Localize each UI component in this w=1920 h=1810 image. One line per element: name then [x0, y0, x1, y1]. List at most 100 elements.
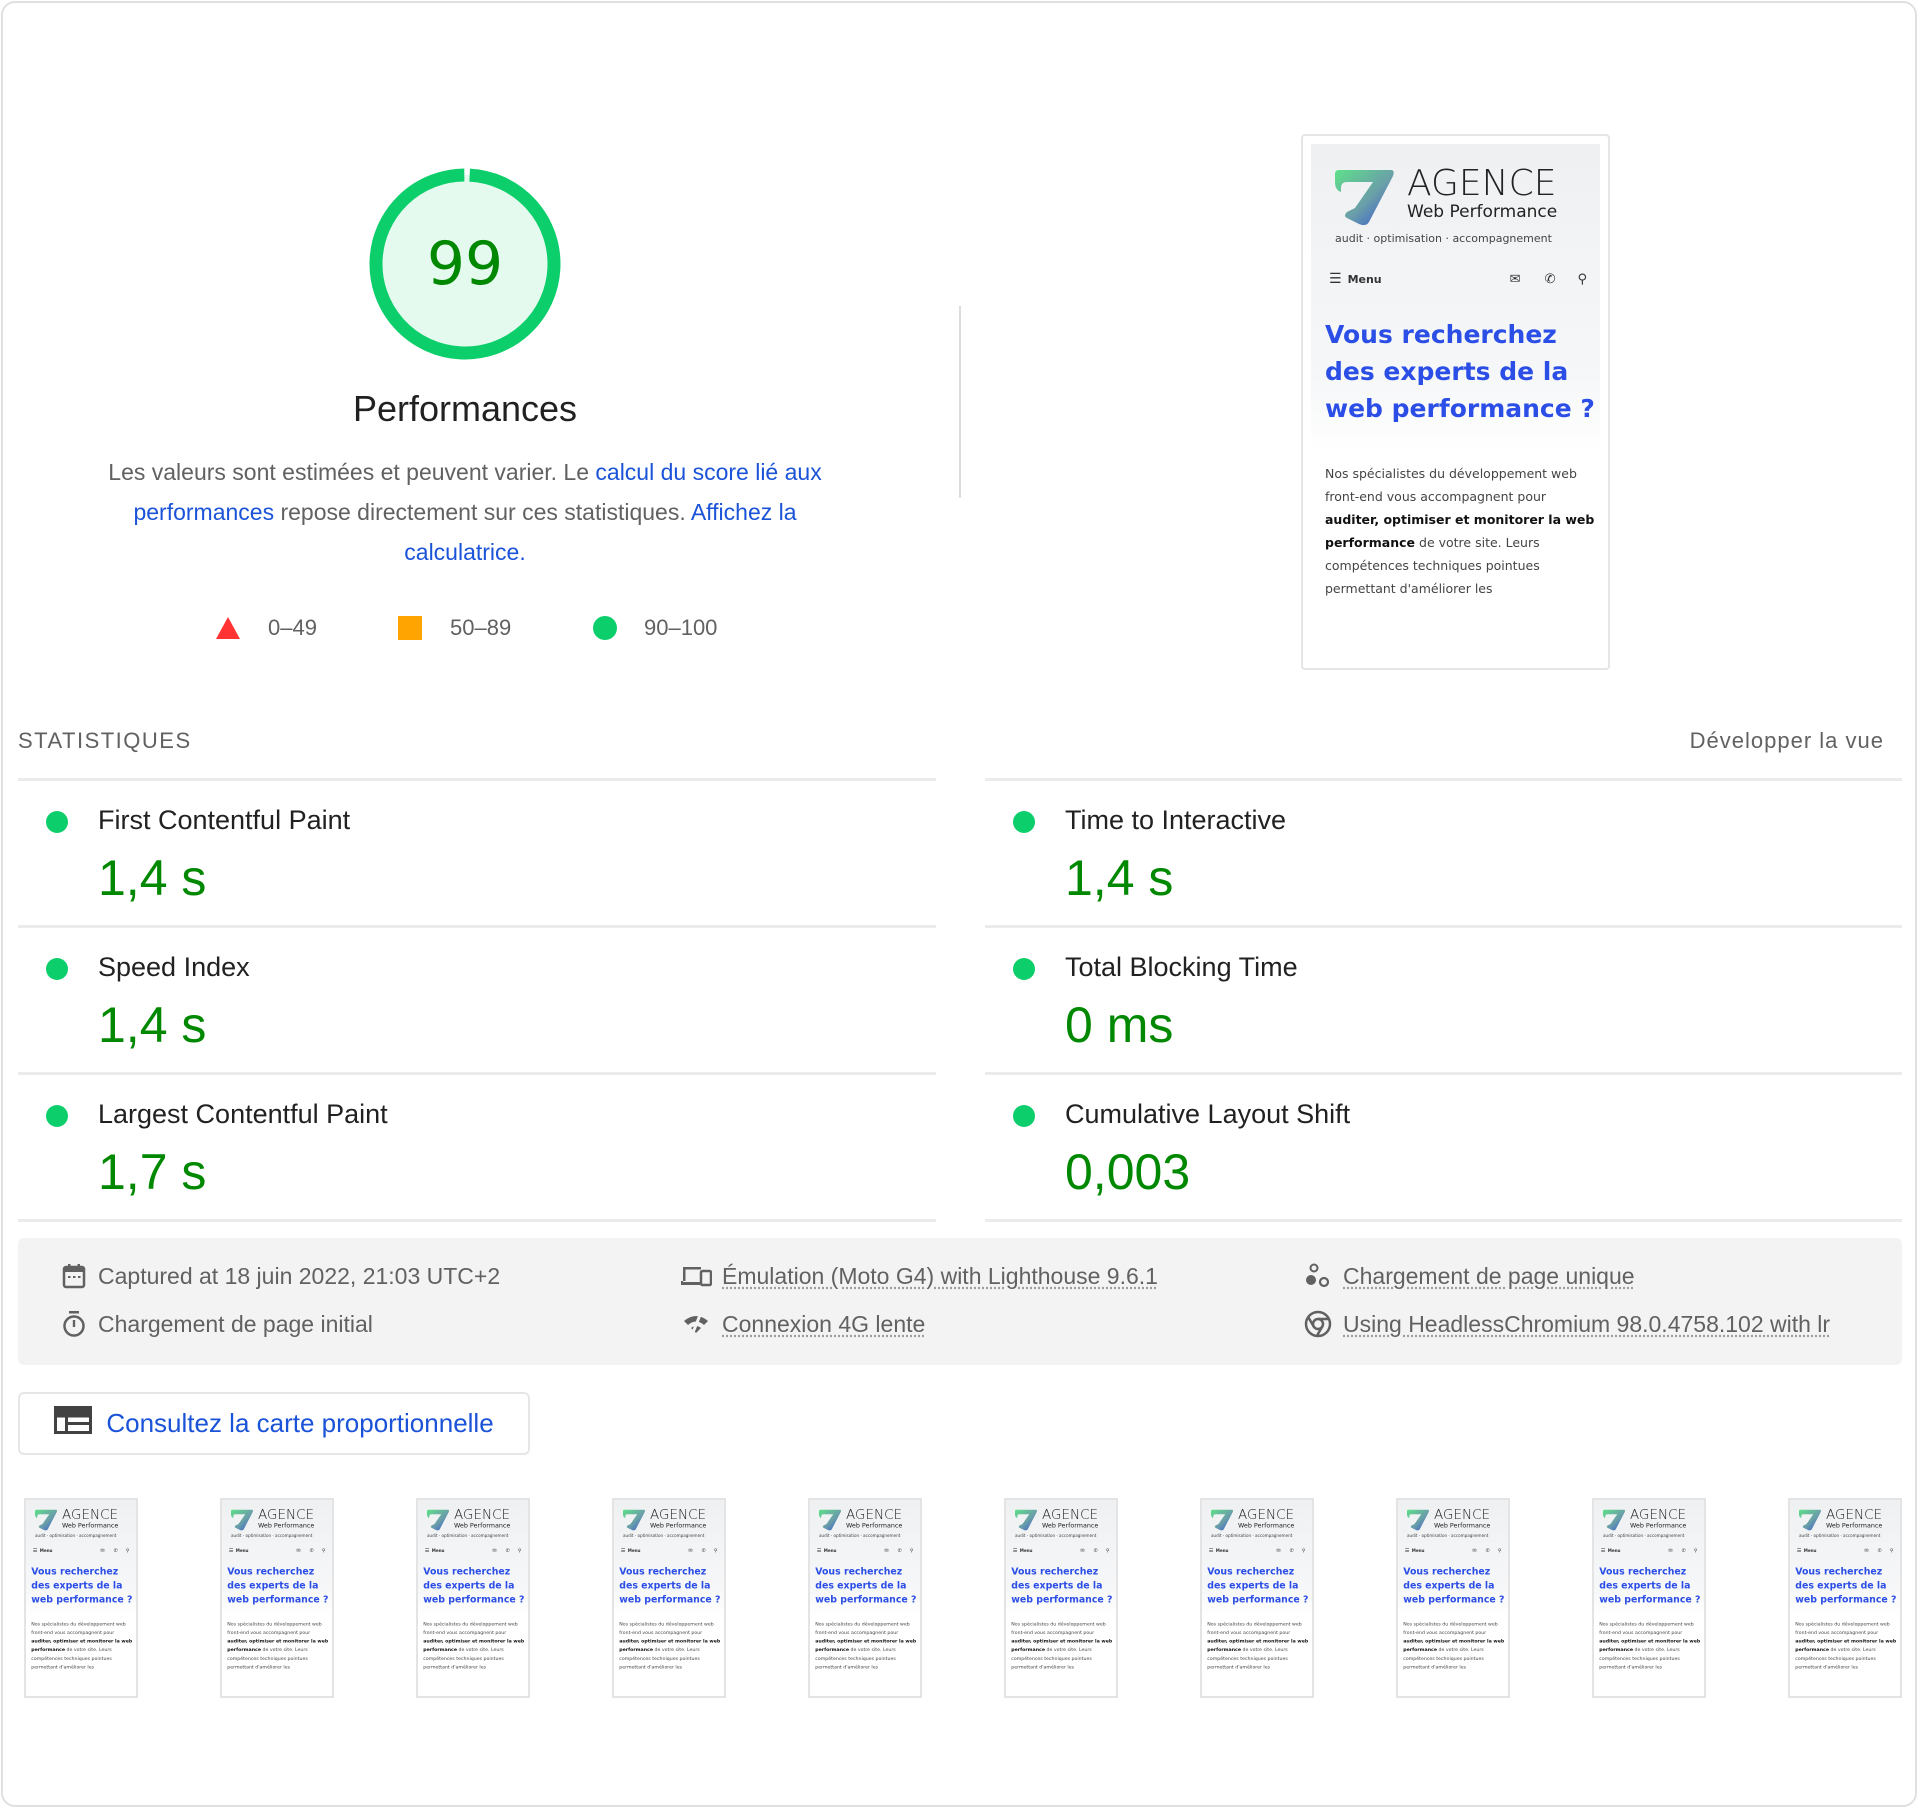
logo-icon: [427, 1509, 449, 1531]
legend-item-fail: 0–49: [216, 612, 317, 644]
site-tagline: audit · optimisation · accompagnement: [35, 1533, 117, 1538]
brand-line-1: AGENCE: [1407, 163, 1557, 204]
mail-icon: ✉: [1509, 271, 1521, 287]
triangle-icon: [216, 617, 240, 639]
site-brand: AGENCE Web Performance: [1630, 1508, 1686, 1529]
search-icon: ⚲: [125, 1547, 130, 1554]
phone-icon: ✆: [505, 1547, 510, 1554]
expand-view-toggle[interactable]: Développer la vue: [1690, 728, 1884, 754]
phone-icon: ✆: [1289, 1547, 1294, 1554]
site-tagline: audit · optimisation · accompagnement: [1603, 1533, 1685, 1538]
para-text: Nos spécialistes du développement web fr…: [1403, 1620, 1498, 1635]
phone-icon: ✆: [309, 1547, 314, 1554]
treemap-button-label: Consultez la carte proportionnelle: [106, 1408, 494, 1438]
site-nav: ☰ Menu ✉ ✆ ⚲: [229, 1547, 326, 1555]
env-network[interactable]: Connexion 4G lente: [680, 1310, 925, 1338]
brand-line-1: AGENCE: [650, 1507, 707, 1523]
screenshot-page: AGENCE Web Performance audit · optimisat…: [1594, 1500, 1704, 1695]
mail-icon: ✉: [492, 1547, 497, 1554]
hamburger-icon: ☰: [1796, 1547, 1802, 1554]
site-tagline: audit · optimisation · accompagnement: [1015, 1533, 1097, 1538]
pass-circle-icon: [1013, 1105, 1035, 1127]
site-nav: ☰ Menu ✉ ✆ ⚲: [1405, 1547, 1502, 1555]
search-icon: ⚲: [1889, 1547, 1894, 1554]
site-paragraph: Nos spécialistes du développement web fr…: [31, 1619, 133, 1671]
screenshot-page: AGENCE Web Performance audit · optimisat…: [1311, 144, 1600, 660]
filmstrip-frame[interactable]: AGENCE Web Performance audit · optimisat…: [1592, 1498, 1706, 1698]
brand-line-2: Web Performance: [1826, 1521, 1883, 1530]
performance-score-gauge[interactable]: 99: [369, 168, 561, 360]
logo-icon: [1603, 1509, 1625, 1531]
env-single-load[interactable]: Chargement de page unique: [1303, 1262, 1635, 1290]
search-icon: ⚲: [517, 1547, 522, 1554]
site-brand: AGENCE Web Performance: [1238, 1508, 1294, 1529]
metric-value: 1,4 s: [1065, 850, 1174, 906]
para-text: Nos spécialistes du développement web fr…: [815, 1620, 910, 1635]
brand-line-1: AGENCE: [1434, 1507, 1491, 1523]
site-logo: AGENCE Web Performance: [622, 1508, 706, 1531]
site-tagline: audit · optimisation · accompagnement: [231, 1533, 313, 1538]
site-paragraph: Nos spécialistes du développement web fr…: [423, 1619, 525, 1671]
para-text: Nos spécialistes du développement web fr…: [227, 1620, 322, 1635]
site-tagline: audit · optimisation · accompagnement: [1407, 1533, 1489, 1538]
env-emulation[interactable]: Émulation (Moto G4) with Lighthouse 9.6.…: [680, 1262, 1158, 1290]
score-value: 99: [426, 229, 504, 299]
metric-label: Largest Contentful Paint: [98, 1099, 388, 1129]
filmstrip-frame[interactable]: AGENCE Web Performance audit · optimisat…: [1004, 1498, 1118, 1698]
hamburger-icon: ☰: [1208, 1547, 1214, 1554]
site-paragraph: Nos spécialistes du développement web fr…: [1325, 462, 1597, 600]
site-logo: AGENCE Web Performance: [1014, 1508, 1098, 1531]
site-headline: Vous recherchez des experts de la web pe…: [1599, 1566, 1701, 1605]
brand-line-1: AGENCE: [1042, 1507, 1099, 1523]
env-browser[interactable]: Using HeadlessChromium 98.0.4758.102 wit…: [1303, 1310, 1830, 1338]
site-logo: AGENCE Web Performance: [230, 1508, 314, 1531]
site-headline: Vous recherchez des experts de la web pe…: [31, 1566, 133, 1605]
metric-value: 1,7 s: [98, 1144, 207, 1200]
menu-label: Menu: [1803, 1548, 1817, 1554]
site-paragraph: Nos spécialistes du développement web fr…: [227, 1619, 329, 1671]
metrics-bottom-rule-left: [18, 1219, 936, 1222]
search-icon: ⚲: [1301, 1547, 1306, 1554]
filmstrip-frame[interactable]: AGENCE Web Performance audit · optimisat…: [1788, 1498, 1902, 1698]
site-headline: Vous recherchez des experts de la web pe…: [1207, 1566, 1309, 1605]
filmstrip-frame[interactable]: AGENCE Web Performance audit · optimisat…: [612, 1498, 726, 1698]
network-link[interactable]: Connexion 4G lente: [722, 1311, 925, 1338]
metric-value: 0 ms: [1065, 997, 1174, 1053]
filmstrip-frame[interactable]: AGENCE Web Performance audit · optimisat…: [1200, 1498, 1314, 1698]
brand-line-2: Web Performance: [258, 1521, 315, 1530]
filmstrip-frame[interactable]: AGENCE Web Performance audit · optimisat…: [220, 1498, 334, 1698]
pass-circle-icon: [1013, 811, 1035, 833]
site-logo: AGENCE Web Performance: [426, 1508, 510, 1531]
site-tagline: audit · optimisation · accompagnement: [1335, 232, 1552, 245]
screenshot-page: AGENCE Web Performance audit · optimisat…: [1790, 1500, 1900, 1695]
site-headline: Vous recherchez des experts de la web pe…: [815, 1566, 917, 1605]
filmstrip-frame[interactable]: AGENCE Web Performance audit · optimisat…: [24, 1498, 138, 1698]
brand-line-1: AGENCE: [1630, 1507, 1687, 1523]
mail-icon: ✉: [100, 1547, 105, 1554]
phone-icon: ✆: [701, 1547, 706, 1554]
site-headline: Vous recherchez des experts de la web pe…: [227, 1566, 329, 1605]
para-text: Nos spécialistes du développement web fr…: [1011, 1620, 1106, 1635]
phone-icon: ✆: [1544, 271, 1556, 287]
brand-line-2: Web Performance: [1042, 1521, 1099, 1530]
site-nav: ☰ Menu ✉ ✆ ⚲: [1797, 1547, 1894, 1555]
brand-line-2: Web Performance: [1407, 202, 1558, 222]
filmstrip-frame[interactable]: AGENCE Web Performance audit · optimisat…: [1396, 1498, 1510, 1698]
logo-icon: [1407, 1509, 1429, 1531]
site-logo: AGENCE Web Performance: [1210, 1508, 1294, 1531]
metric-value: 1,4 s: [98, 850, 207, 906]
mail-icon: ✉: [1080, 1547, 1085, 1554]
single-load-link[interactable]: Chargement de page unique: [1343, 1263, 1635, 1290]
final-screenshot[interactable]: AGENCE Web Performance audit · optimisat…: [1301, 134, 1610, 670]
view-treemap-button[interactable]: Consultez la carte proportionnelle: [18, 1392, 530, 1455]
filmstrip-frame[interactable]: AGENCE Web Performance audit · optimisat…: [416, 1498, 530, 1698]
metric-item: Cumulative Layout Shift 0,003: [985, 1072, 1902, 1219]
site-nav: ☰ Menu ✉ ✆ ⚲: [1329, 268, 1587, 290]
env-captured: Captured at 18 juin 2022, 21:03 UTC+2: [60, 1262, 500, 1290]
emulation-link[interactable]: Émulation (Moto G4) with Lighthouse 9.6.…: [722, 1263, 1158, 1290]
browser-link[interactable]: Using HeadlessChromium 98.0.4758.102 wit…: [1343, 1311, 1830, 1338]
filmstrip-frame[interactable]: AGENCE Web Performance audit · optimisat…: [808, 1498, 922, 1698]
search-icon: ⚲: [713, 1547, 718, 1554]
site-nav: ☰ Menu ✉ ✆ ⚲: [1601, 1547, 1698, 1555]
chrome-icon: [1303, 1310, 1333, 1338]
